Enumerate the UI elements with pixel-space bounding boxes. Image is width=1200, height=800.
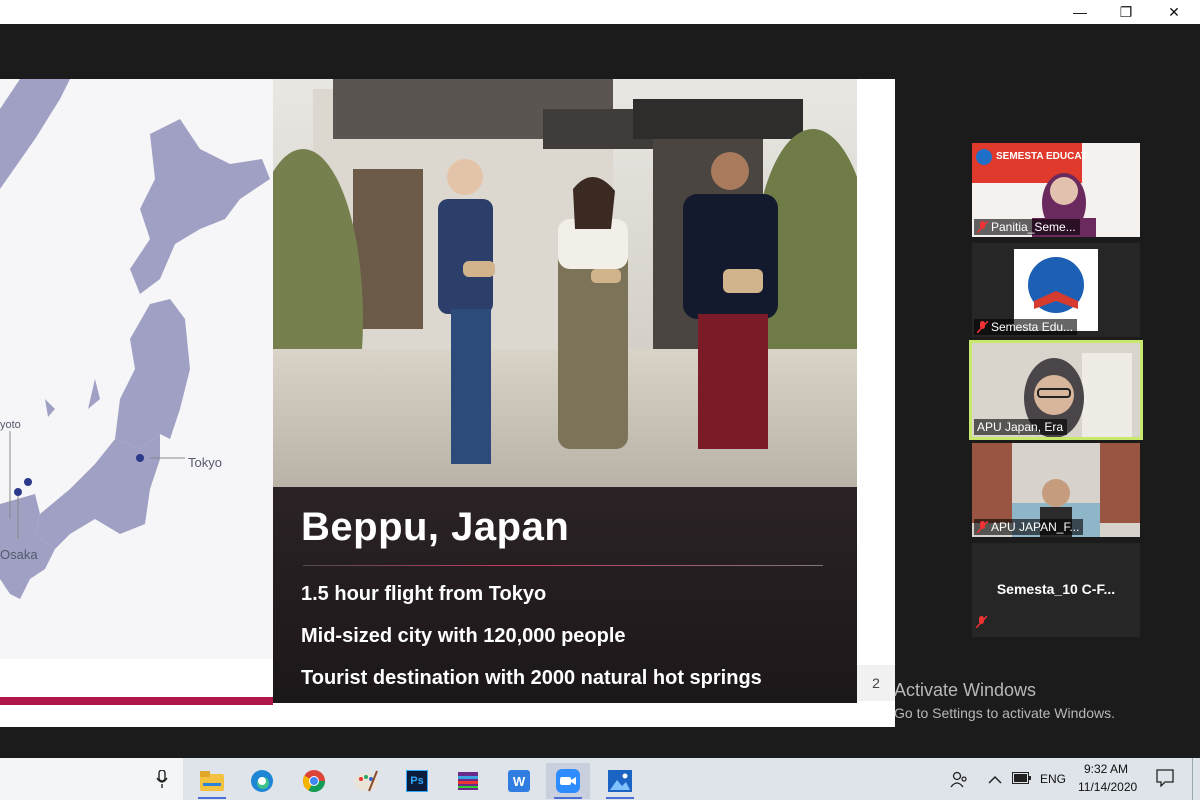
bullet-1: 1.5 hour flight from Tokyo (301, 583, 547, 605)
people-icon[interactable] (950, 770, 968, 793)
mic-muted-icon (976, 320, 989, 334)
participant-tile-active-speaker[interactable]: APU Japan, Era (969, 340, 1143, 440)
minimize-button[interactable]: — (1057, 0, 1103, 24)
participant-name: APU JAPAN_F... (991, 520, 1080, 534)
map-label-tokyo: Tokyo (188, 455, 222, 470)
zoom-icon[interactable] (546, 763, 590, 799)
minimize-icon: — (1073, 4, 1087, 20)
participant-tile-video-off[interactable]: Semesta_10 C-F... (972, 543, 1140, 637)
activate-windows-subtitle: Go to Settings to activate Windows. (894, 705, 1115, 721)
japan-map-graphic (0, 79, 270, 599)
slide-page-number: 2 (857, 665, 895, 701)
kyoto-marker (24, 478, 32, 486)
restore-icon: ❐ (1119, 3, 1133, 20)
notification-icon[interactable] (1156, 769, 1174, 792)
slide-caption-panel: Beppu, Japan 1.5 hour flight from Tokyo … (273, 487, 857, 703)
wps-writer-icon[interactable]: W (497, 763, 541, 799)
bullet-2: Mid-sized city with 120,000 people (301, 625, 626, 647)
input-language-indicator[interactable]: ENG (1040, 772, 1066, 786)
participant-name-tag: Panitia_Seme... (974, 219, 1080, 235)
title-divider (303, 565, 823, 566)
clock-date[interactable]: 11/14/2020 (1078, 780, 1137, 794)
participant-name: APU Japan, Era (977, 420, 1064, 434)
osaka-marker (14, 488, 22, 496)
map-label-kyoto: yoto (0, 419, 21, 431)
mic-muted-icon (975, 615, 988, 633)
photoshop-icon[interactable]: Ps (395, 763, 439, 799)
close-icon: ✕ (1168, 3, 1180, 20)
bullet-3: Tourist destination with 2000 natural ho… (301, 667, 762, 689)
close-window-button[interactable]: ✕ (1151, 0, 1197, 24)
participant-name: Panitia_Seme... (991, 220, 1076, 234)
restore-button[interactable]: ❐ (1103, 0, 1149, 24)
window-title-bar: — ❐ ✕ (0, 0, 1200, 24)
chrome-icon[interactable] (292, 763, 336, 799)
map-label-osaka: Osaka (0, 547, 38, 562)
participant-tile[interactable]: SEMESTA EDUCAT Panitia_Seme... (972, 143, 1140, 237)
shared-screen-slide: yoto Osaka Tokyo Beppu, Japan 1.5 hour f… (0, 79, 895, 727)
tokyo-marker (136, 454, 144, 462)
participant-tile[interactable]: Semesta Edu... (972, 243, 1140, 337)
participant-display-name: Semesta_10 C-F... (996, 581, 1116, 597)
participant-name-tag: APU JAPAN_F... (974, 519, 1084, 535)
banner-text: SEMESTA EDUCAT (996, 151, 1087, 162)
participant-tile[interactable]: APU JAPAN_F... (972, 443, 1140, 537)
participant-name: Semesta Edu... (991, 320, 1074, 334)
photos-icon[interactable] (598, 763, 642, 799)
activate-windows-title: Activate Windows (894, 680, 1037, 700)
participant-name-tag: APU Japan, Era (974, 419, 1068, 435)
paint-icon[interactable] (344, 763, 388, 799)
edge-icon[interactable] (240, 763, 284, 799)
photoshop-label: Ps (406, 770, 428, 792)
slide-accent-bar (0, 697, 273, 705)
japan-map: yoto Osaka Tokyo (0, 79, 273, 659)
show-desktop-button[interactable] (1192, 758, 1193, 800)
mic-muted-icon (976, 520, 989, 534)
zoom-meeting-stage: yoto Osaka Tokyo Beppu, Japan 1.5 hour f… (0, 24, 1200, 758)
winrar-icon[interactable] (446, 763, 490, 799)
mic-muted-icon (976, 220, 989, 234)
battery-icon[interactable] (1012, 771, 1032, 789)
taskbar-search-box[interactable] (0, 758, 183, 800)
microphone-icon[interactable] (156, 769, 168, 793)
participant-name-tag: Semesta Edu... (974, 319, 1078, 335)
file-explorer-icon[interactable] (190, 763, 234, 799)
wps-label: W (508, 770, 530, 792)
beppu-street-photo (273, 79, 857, 487)
slide-title: Beppu, Japan (301, 505, 570, 549)
clock-time[interactable]: 9:32 AM (1084, 762, 1128, 776)
windows-taskbar: Ps W ENG 9:32 AM 11/14/2020 (0, 758, 1200, 800)
chevron-up-icon[interactable] (988, 772, 1002, 790)
